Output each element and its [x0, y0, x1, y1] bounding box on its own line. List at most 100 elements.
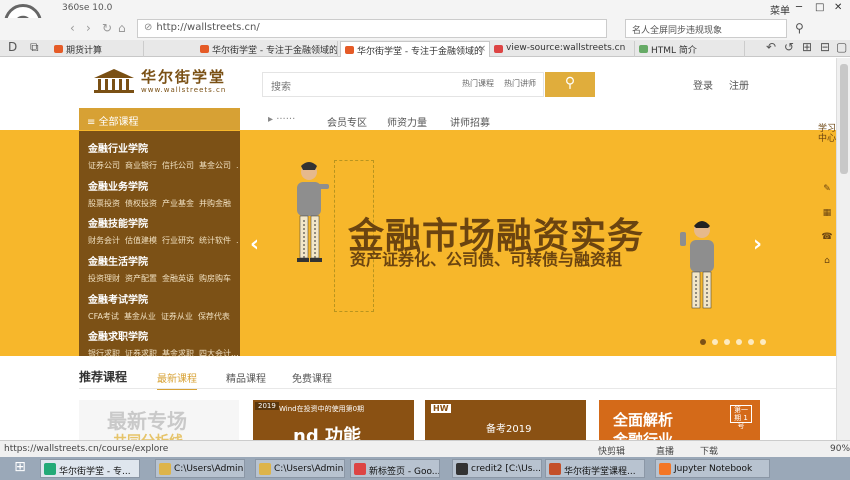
card-headline: 全面解析 [613, 411, 674, 429]
category-title[interactable]: 金融求职学院 [88, 328, 238, 343]
taskbar-item[interactable]: credit2 [C:\Us... [452, 459, 542, 478]
tab-grid-icon[interactable]: ⊞ [802, 40, 812, 54]
course-card[interactable]: HW 备考2019 [425, 400, 586, 445]
app-icon[interactable]: ▦ [818, 208, 836, 218]
card-tag: HW [431, 404, 451, 413]
nav-member-link[interactable]: 会员专区 [327, 114, 367, 129]
category-subs: CFA考试 基金从业 证券从业 保荐代表 [88, 312, 230, 321]
tab-menu-icon[interactable]: ⊟ [820, 40, 830, 54]
address-bar-row: ‹ › ↻ ⌂ ⊘ http://wallstreets.cn/ 名人全屏同步违规… [0, 18, 850, 40]
search-engine-icon[interactable]: ⚲ [795, 21, 804, 35]
powerpoint-icon [549, 463, 561, 475]
all-courses-button[interactable]: ≡ 全部课程 [79, 108, 240, 131]
login-link[interactable]: 登录 [693, 77, 713, 92]
course-card[interactable]: 最新专场 共同分析线 [79, 400, 239, 445]
category-title[interactable]: 金融业务学院 [88, 178, 238, 193]
tab-favicon-icon [200, 45, 209, 53]
category-title[interactable]: 金融技能学院 [88, 215, 238, 230]
category-item[interactable]: 金融考试学院 CFA考试 基金从业 证券从业 保荐代表 [88, 291, 238, 322]
right-float-toolbar: 学习中心 ✎ ▦ ☎ ⌂ [818, 120, 836, 420]
browser-titlebar: 360se 10.0 菜单 ─ □ ✕ [0, 0, 850, 18]
banner-next-icon[interactable]: › [753, 232, 762, 257]
nav-recruit-link[interactable]: 讲师招募 [450, 114, 490, 129]
taskbar-item[interactable]: 华尔街学堂 - 专... [40, 459, 140, 478]
category-item[interactable]: 金融生活学院 投资理财 资产配置 金融英语 购房购车 [88, 253, 238, 284]
refresh-icon[interactable]: ↻ [102, 21, 112, 35]
site-search-button[interactable]: ⚲ [545, 72, 595, 97]
category-item[interactable]: 金融行业学院 证券公司商业银行信托公司基金公司... [88, 140, 238, 171]
nav-faculty-link[interactable]: 师资力量 [387, 114, 427, 129]
category-item[interactable]: 金融求职学院 银行求职 证券求职 基金求职 四大会计... [88, 328, 238, 359]
minimize-button[interactable]: ─ [796, 2, 802, 13]
banner-prev-icon[interactable]: ‹ [250, 232, 259, 257]
menu-button[interactable]: 菜单 [770, 2, 790, 17]
banner-dot[interactable] [736, 339, 742, 345]
course-card[interactable]: 全面解析 金融行业 第一期 1号 [599, 400, 760, 445]
banner-dot[interactable] [748, 339, 754, 345]
forward-icon[interactable]: › [86, 21, 91, 35]
taskbar-item[interactable]: C:\Users\Admin... [255, 459, 345, 478]
study-center-link[interactable]: 学习中心 [818, 124, 836, 144]
tab-close-all-icon[interactable]: ▢ [836, 40, 847, 54]
restore-tab-icon[interactable]: ↺ [784, 40, 794, 54]
tab-latest-courses[interactable]: 最新课程 [157, 370, 197, 390]
status-clip-button[interactable]: 快剪辑 [598, 444, 625, 457]
status-zoom-level[interactable]: 90% [830, 444, 850, 454]
browser-search-input[interactable]: 名人全屏同步违规现象 [625, 19, 787, 38]
card-headline: 最新专场 [107, 409, 187, 433]
url-input[interactable]: ⊘ http://wallstreets.cn/ [137, 19, 607, 38]
category-subs: 银行求职 证券求职 基金求职 四大会计... [88, 349, 238, 358]
scroll-thumb[interactable] [840, 64, 848, 174]
site-search-input[interactable]: 搜索 [262, 72, 544, 97]
taskbar-item[interactable]: 华尔街学堂课程... [545, 459, 645, 478]
taskbar-item[interactable]: Jupyter Notebook [655, 459, 770, 478]
page-scrollbar[interactable] [836, 58, 850, 440]
url-text: http://wallstreets.cn/ [156, 22, 260, 33]
register-link[interactable]: 注册 [729, 77, 749, 92]
category-title[interactable]: 金融行业学院 [88, 140, 238, 155]
tab-free-courses[interactable]: 免费课程 [292, 370, 332, 385]
logo-text[interactable]: 华尔街学堂 [141, 66, 226, 87]
phone-icon[interactable]: ☎ [818, 232, 836, 242]
start-button[interactable]: ⊞ [4, 459, 36, 478]
status-download-button[interactable]: 下载 [700, 444, 718, 457]
card-badge: 第一期 1号 [730, 405, 752, 430]
category-title[interactable]: 金融生活学院 [88, 253, 238, 268]
edit-icon[interactable]: ✎ [818, 184, 836, 194]
banner-dot[interactable] [700, 339, 706, 345]
close-window-button[interactable]: ✕ [834, 2, 842, 13]
tab-item-active[interactable]: 华尔街学堂 - 专注于金融领域的 × [340, 41, 490, 57]
category-title[interactable]: 金融考试学院 [88, 291, 238, 306]
home-float-icon[interactable]: ⌂ [818, 256, 836, 266]
banner-dot[interactable] [724, 339, 730, 345]
category-item[interactable]: 金融技能学院 财务会计估值建模行业研究统计软件... [88, 215, 238, 246]
taskbar-item[interactable]: C:\Users\Admin... [155, 459, 245, 478]
banner-dot[interactable] [760, 339, 766, 345]
category-subs: 证券公司商业银行信托公司基金公司... [88, 161, 238, 170]
maximize-button[interactable]: □ [815, 2, 824, 13]
banner-pagination [700, 335, 772, 348]
tab-item[interactable]: HTML 简介 [635, 41, 745, 57]
tab-featured-courses[interactable]: 精品课程 [226, 370, 266, 385]
tab-list-icon[interactable]: ⧉ [30, 40, 39, 55]
nav-home-link[interactable]: ▸ ······ [268, 114, 295, 125]
tab-item[interactable]: 期货计算 [50, 41, 144, 57]
logo-building-icon[interactable] [92, 68, 136, 94]
hot-word-link[interactable]: 热门讲师 [504, 78, 536, 89]
app-icon [44, 463, 56, 475]
category-item[interactable]: 金融业务学院 股票投资 债权投资 产业基金 并购金融 [88, 178, 238, 209]
course-card[interactable]: 2019 Wind在投资中的使用第0期 nd 功能 [253, 400, 414, 445]
tab-item[interactable]: view-source:wallstreets.cn [490, 41, 635, 57]
close-tab-icon[interactable]: × [478, 44, 486, 54]
sidebar-toggle-icon[interactable]: D [8, 40, 17, 54]
home-icon[interactable]: ⌂ [118, 21, 126, 35]
undo-close-icon[interactable]: ↶ [766, 40, 776, 54]
tab-favicon-icon [639, 45, 648, 53]
back-icon[interactable]: ‹ [70, 21, 75, 35]
banner-dot[interactable] [712, 339, 718, 345]
status-live-button[interactable]: 直播 [656, 444, 674, 457]
taskbar-item[interactable]: 新标签页 - Goo... [350, 459, 440, 478]
hot-word-link[interactable]: 热门课程 [462, 78, 494, 89]
page-info-icon[interactable]: ⊘ [144, 22, 152, 33]
tab-item[interactable]: 华尔街学堂 - 专注于金融领域的 [196, 41, 338, 57]
